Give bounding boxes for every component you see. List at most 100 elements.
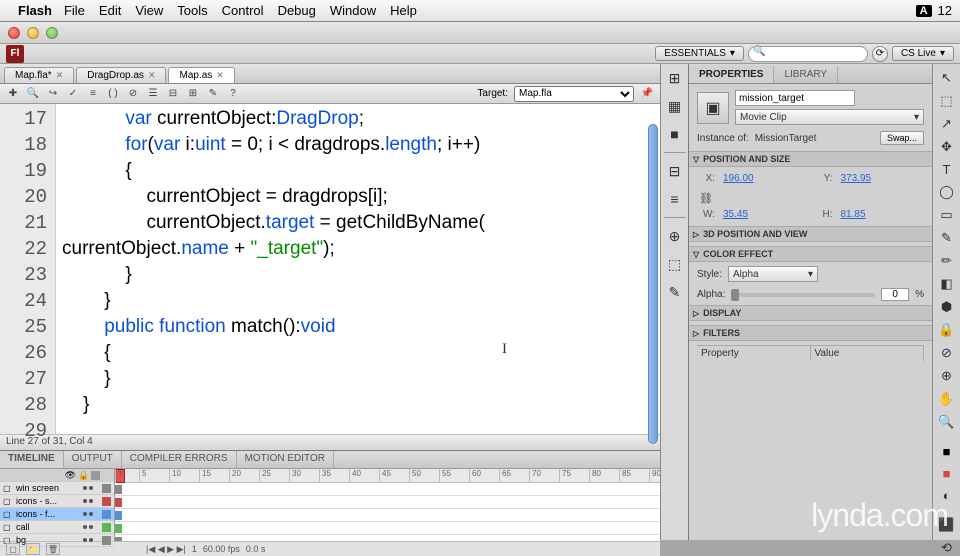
y-value[interactable]: 373.95 [841, 173, 925, 184]
expand-icon[interactable]: ⊞ [186, 87, 200, 101]
new-folder-button[interactable]: 📁 [26, 543, 40, 555]
eye-icon[interactable]: 👁 [65, 470, 76, 481]
pin-icon[interactable]: 📌 [640, 87, 654, 101]
doc-tab-mapas[interactable]: Map.as✕ [168, 67, 234, 83]
layer-row[interactable]: ▢win screen [0, 482, 114, 495]
menu-tools[interactable]: Tools [177, 3, 207, 18]
w-value[interactable]: 35.45 [723, 209, 807, 220]
instance-name-input[interactable] [735, 90, 855, 106]
section-display[interactable]: ▷DISPLAY [689, 305, 932, 321]
options-icon[interactable]: ⟲ [938, 540, 956, 556]
menu-edit[interactable]: Edit [99, 3, 121, 18]
rectangle-tool-icon[interactable]: ▭ [938, 207, 956, 223]
minimize-window-button[interactable] [27, 27, 39, 39]
close-icon[interactable]: ✕ [56, 70, 64, 81]
tab-properties[interactable]: PROPERTIES [689, 66, 774, 83]
frame-row[interactable] [115, 535, 660, 541]
eraser-tool-icon[interactable]: ⊕ [938, 368, 956, 384]
close-window-button[interactable] [8, 27, 20, 39]
panel-icon[interactable]: ✎ [665, 282, 685, 302]
comment-icon[interactable]: ☰ [146, 87, 160, 101]
search-input[interactable] [748, 46, 868, 62]
deco-tool-icon[interactable]: ◧ [938, 276, 956, 292]
debug-icon[interactable]: ⊘ [126, 87, 140, 101]
subselection-tool-icon[interactable]: ⬚ [938, 93, 956, 109]
snap-icon[interactable]: ⬛ [938, 517, 956, 533]
section-3d[interactable]: ▷3D POSITION AND VIEW [689, 226, 932, 242]
menu-control[interactable]: Control [222, 3, 264, 18]
tab-compiler-errors[interactable]: COMPILER ERRORS [122, 451, 237, 468]
pencil-tool-icon[interactable]: ✎ [938, 230, 956, 246]
panel-icon[interactable]: ≡ [665, 189, 685, 209]
swap-colors-icon[interactable]: ◐ [938, 488, 956, 503]
lock-icon[interactable]: 🔒 [78, 470, 89, 481]
new-layer-button[interactable]: ▢ [6, 543, 20, 555]
doc-tab-dragdrop[interactable]: DragDrop.as✕ [76, 67, 166, 83]
find-icon[interactable]: 🔍 [26, 87, 40, 101]
doc-tab-mapfla[interactable]: Map.fla*✕ [4, 67, 74, 83]
menu-debug[interactable]: Debug [278, 3, 316, 18]
layer-row[interactable]: ▢icons - f... [0, 508, 114, 521]
alpha-input[interactable] [881, 288, 909, 301]
collapse-icon[interactable]: ⊟ [166, 87, 180, 101]
tab-output[interactable]: OUTPUT [64, 451, 122, 468]
format-icon[interactable]: ≡ [86, 87, 100, 101]
tab-timeline[interactable]: TIMELINE [0, 451, 64, 468]
sync-icon[interactable]: ⟳ [872, 46, 888, 62]
frame-ruler[interactable]: 151015202530354045505560657075808590 [115, 469, 660, 483]
section-position-size[interactable]: ▽POSITION AND SIZE [689, 151, 932, 167]
panel-icon[interactable]: ⊕ [665, 226, 685, 246]
hand-tool-icon[interactable]: ✋ [938, 391, 956, 407]
menu-help[interactable]: Help [390, 3, 417, 18]
stroke-color-icon[interactable]: ■ [938, 444, 956, 459]
frame-row[interactable] [115, 496, 660, 509]
close-icon[interactable]: ✕ [148, 70, 156, 81]
close-icon[interactable]: ✕ [216, 70, 224, 81]
eyedropper-tool-icon[interactable]: ⊘ [938, 345, 956, 361]
panel-icon[interactable]: ⊟ [665, 161, 685, 181]
frame-row[interactable] [115, 522, 660, 535]
text-tool-icon[interactable]: T [938, 162, 956, 177]
swap-button[interactable]: Swap... [880, 131, 924, 145]
check-icon[interactable]: ✓ [66, 87, 80, 101]
symbol-type-select[interactable]: Movie Clip▾ [735, 109, 924, 125]
panel-icon[interactable]: ■ [665, 124, 685, 144]
target-select[interactable]: Map.fla [514, 86, 634, 102]
menu-window[interactable]: Window [330, 3, 376, 18]
add-icon[interactable]: ✚ [6, 87, 20, 101]
fill-color-icon[interactable]: ■ [938, 466, 956, 481]
3d-rotation-tool-icon[interactable]: ✥ [938, 139, 956, 155]
brush-tool-icon[interactable]: ✏ [938, 253, 956, 269]
tab-library[interactable]: LIBRARY [774, 66, 838, 83]
brace-icon[interactable]: ( ) [106, 87, 120, 101]
h-value[interactable]: 81.85 [841, 209, 925, 220]
section-color-effect[interactable]: ▽COLOR EFFECT [689, 246, 932, 262]
panel-icon[interactable]: ⊞ [665, 68, 685, 88]
bone-tool-icon[interactable]: ⬢ [938, 299, 956, 315]
code-editor[interactable]: 17 18 19 20 21 22 23 24 25 26 27 28 29 v… [0, 104, 660, 434]
code-area[interactable]: var currentObject:DragDrop; for(var i:ui… [56, 104, 660, 434]
frames-column[interactable]: 151015202530354045505560657075808590 [115, 469, 660, 541]
code-hint-icon[interactable]: ✎ [206, 87, 220, 101]
selection-tool-icon[interactable]: ↖ [938, 70, 956, 86]
layer-row[interactable]: ▢icons - s... [0, 495, 114, 508]
panel-icon[interactable]: ▦ [665, 96, 685, 116]
menu-file[interactable]: File [64, 3, 85, 18]
paint-bucket-tool-icon[interactable]: 🔒 [938, 322, 956, 338]
section-filters[interactable]: ▷FILTERS [689, 325, 932, 341]
bookmark-icon[interactable]: ↪ [46, 87, 60, 101]
tab-motion-editor[interactable]: MOTION EDITOR [237, 451, 334, 468]
free-transform-tool-icon[interactable]: ↗ [938, 116, 956, 132]
frame-row[interactable] [115, 483, 660, 496]
app-name[interactable]: Flash [18, 3, 52, 18]
style-select[interactable]: Alpha▾ [728, 266, 818, 282]
menu-view[interactable]: View [135, 3, 163, 18]
zoom-window-button[interactable] [46, 27, 58, 39]
outline-icon[interactable] [91, 471, 100, 480]
line-tool-icon[interactable]: ◯ [938, 184, 956, 200]
workspace-switcher[interactable]: ESSENTIALS▾ [655, 46, 744, 61]
frame-row[interactable] [115, 509, 660, 522]
alpha-slider[interactable] [731, 293, 875, 297]
cslive-button[interactable]: CS Live▾ [892, 46, 954, 61]
help-icon[interactable]: ? [226, 87, 240, 101]
